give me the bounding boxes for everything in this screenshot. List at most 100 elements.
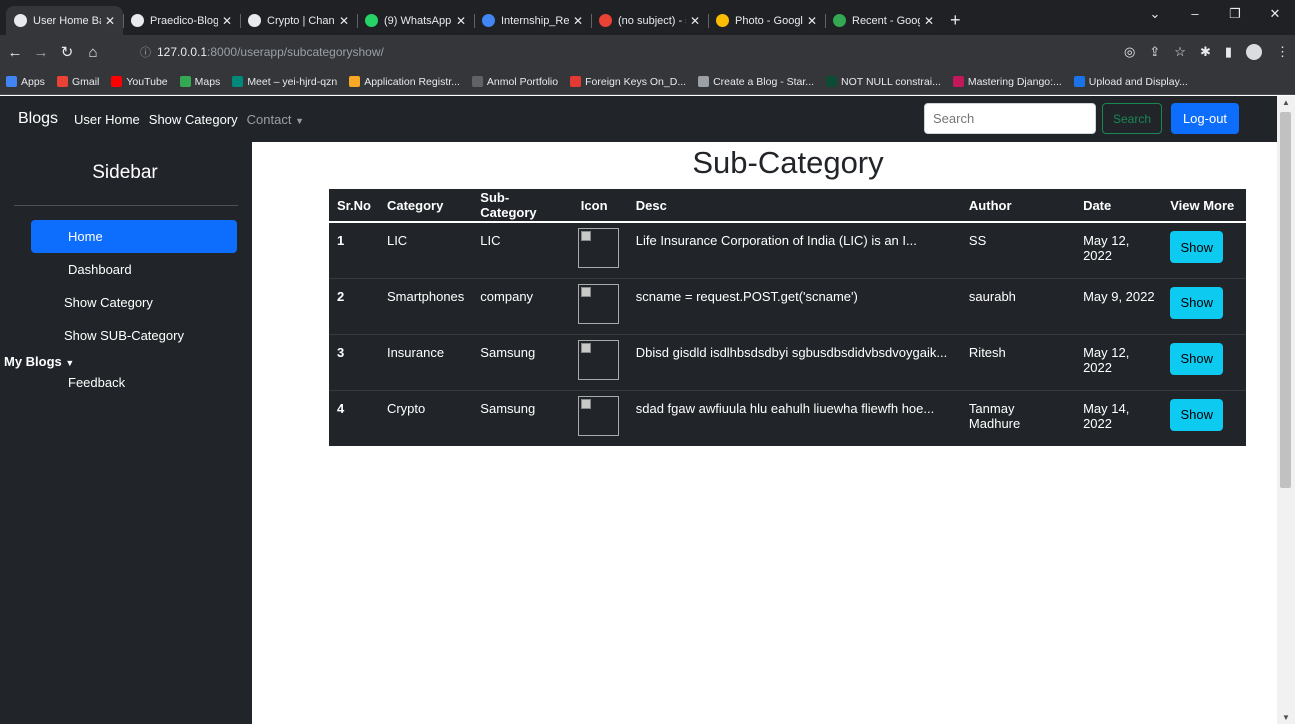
close-tab-icon[interactable]: ✕ — [690, 14, 700, 28]
close-tab-icon[interactable]: ✕ — [339, 14, 349, 28]
scroll-up-icon[interactable]: ▲ — [1282, 98, 1290, 107]
cell-icon — [572, 277, 628, 334]
bookmark-item[interactable]: NOT NULL constrai... — [826, 76, 941, 88]
app-navbar: Blogs User Home Show Category Contact ▼ … — [0, 96, 1277, 142]
minimize-icon[interactable]: – — [1175, 0, 1215, 30]
sidebar-divider — [14, 205, 238, 206]
show-button[interactable]: Show — [1170, 342, 1224, 375]
browser-tab[interactable]: Photo - Google P ✕ — [708, 6, 825, 35]
close-tab-icon[interactable]: ✕ — [924, 14, 934, 28]
sidebar-my-blogs-dropdown[interactable]: My Blogs ▼ — [0, 352, 252, 372]
cell-subcategory: Samsung — [472, 333, 573, 390]
bookmark-favicon-icon — [6, 76, 17, 87]
profile-avatar-icon[interactable] — [1246, 44, 1262, 60]
cell-icon — [572, 333, 628, 390]
bookmark-item[interactable]: Upload and Display... — [1073, 76, 1188, 88]
maximize-icon[interactable]: ❐ — [1215, 0, 1255, 30]
bookmark-label: Maps — [194, 75, 221, 88]
bookmark-item[interactable]: Apps — [6, 76, 45, 88]
bookmark-item[interactable]: Mastering Django:... — [952, 75, 1062, 88]
broken-image-icon — [577, 283, 619, 324]
site-info-icon[interactable]: ⓘ — [140, 44, 151, 60]
cell-author: SS — [960, 221, 1076, 278]
sidebar-item-show-sub-category[interactable]: Show SUB-Category — [0, 319, 252, 352]
close-tab-icon[interactable]: ✕ — [807, 14, 817, 28]
bookmark-item[interactable]: Anmol Portfolio — [471, 76, 558, 88]
cell-subcategory: Samsung — [472, 389, 573, 446]
show-button[interactable]: Show — [1170, 398, 1224, 431]
forward-icon[interactable]: → — [30, 44, 52, 61]
cell-date: May 9, 2022 — [1075, 277, 1167, 334]
bookmark-item[interactable]: Foreign Keys On_D... — [570, 76, 686, 88]
cell-category: LIC — [378, 221, 473, 278]
extensions-icon[interactable]: ✱ — [1200, 44, 1211, 60]
column-header: Sr.No — [329, 189, 379, 223]
reload-icon[interactable]: ↻ — [56, 43, 78, 61]
cell-author: Tanmay Madhure — [960, 389, 1076, 446]
close-window-icon[interactable]: ✕ — [1255, 0, 1295, 30]
new-tab-button[interactable]: + — [950, 10, 961, 31]
cell-subcategory: company — [472, 277, 573, 334]
close-tab-icon[interactable]: ✕ — [105, 14, 115, 28]
share-icon[interactable]: ⇪ — [1149, 44, 1160, 60]
browser-tab[interactable]: Praedico-Blogs- ✕ — [123, 6, 240, 35]
table-row: 2 Smartphones company scname = request.POST… — [329, 277, 1246, 334]
logout-button[interactable]: Log-out — [1171, 103, 1239, 134]
tab-search-icon[interactable]: ⌄ — [1135, 0, 1175, 30]
bookmark-label: Gmail — [71, 75, 100, 88]
bookmark-item[interactable]: Application Registr... — [349, 76, 460, 88]
side-panel-icon[interactable]: ▮ — [1225, 44, 1232, 60]
page-scrollbar[interactable]: ▲ ▼ — [1277, 96, 1295, 724]
nav-contact-dropdown[interactable]: Contact ▼ — [247, 112, 304, 127]
cell-category: Crypto — [378, 389, 473, 446]
browser-tab[interactable]: User Home Base ✕ — [6, 6, 123, 35]
cell-date: May 12, 2022 — [1075, 221, 1167, 278]
browser-tab[interactable]: Recent - Google D ✕ — [825, 6, 942, 35]
sidebar-item-home[interactable]: Home — [31, 220, 237, 253]
column-header: Icon — [572, 189, 628, 223]
close-tab-icon[interactable]: ✕ — [573, 14, 583, 28]
close-tab-icon[interactable]: ✕ — [222, 14, 232, 28]
search-input[interactable] — [924, 103, 1096, 134]
show-button[interactable]: Show — [1170, 231, 1224, 263]
menu-dots-icon[interactable]: ⋮ — [1276, 44, 1289, 60]
bookmark-item[interactable]: Maps — [179, 75, 221, 88]
browser-tab[interactable]: (no subject) - sau ✕ — [591, 6, 708, 35]
scroll-down-icon[interactable]: ▼ — [1282, 713, 1290, 722]
sidebar-item-feedback[interactable]: Feedback — [0, 372, 252, 394]
bookmark-star-icon[interactable]: ☆ — [1174, 44, 1186, 60]
browser-tab[interactable]: Internship_Repor ✕ — [474, 6, 591, 35]
bookmark-item[interactable]: Meet – yei-hjrd-qzn — [232, 76, 337, 88]
show-button[interactable]: Show — [1170, 286, 1224, 319]
bookmarks-bar: Apps Gmail YouTube Maps Meet – yei-hjrd-qzn A… — [0, 69, 1295, 95]
bookmark-item[interactable]: Create a Blog - Star... — [698, 76, 814, 88]
browser-tab[interactable]: Crypto | Change ✕ — [240, 6, 357, 35]
nav-user-home[interactable]: User Home — [74, 112, 140, 127]
bookmark-label: Meet – yei-hjrd-qzn — [247, 75, 338, 88]
bookmark-item[interactable]: YouTube — [111, 76, 168, 88]
bookmark-item[interactable]: Gmail — [56, 75, 100, 88]
window-controls: ⌄ – ❐ ✕ — [1135, 0, 1295, 30]
bookmark-favicon-icon — [232, 76, 244, 87]
address-bar[interactable]: ⓘ 127.0.0.1 :8000/userapp/subcategorysho… — [140, 35, 384, 69]
search-button[interactable]: Search — [1102, 103, 1162, 134]
brand-link[interactable]: Blogs — [18, 110, 58, 128]
sidebar-item-dashboard[interactable]: Dashboard — [0, 253, 252, 286]
cell-date: May 12, 2022 — [1075, 333, 1167, 390]
nav-show-category[interactable]: Show Category — [149, 112, 238, 127]
nav-contact-label: Contact — [246, 111, 292, 127]
sidebar-item-show-category[interactable]: Show Category — [0, 286, 252, 319]
tab-title: Crypto | Change — [267, 14, 335, 27]
bookmark-label: Mastering Django:... — [967, 75, 1062, 88]
scrollbar-thumb[interactable] — [1280, 112, 1291, 488]
home-icon[interactable]: ⌂ — [82, 44, 104, 61]
browser-tab[interactable]: (9) WhatsApp ✕ — [357, 6, 474, 35]
image-placeholder-icon — [580, 398, 591, 409]
bookmark-label: Foreign Keys On_D... — [585, 75, 687, 88]
close-tab-icon[interactable]: ✕ — [456, 14, 466, 28]
cell-view-more: Show — [1166, 333, 1246, 390]
back-icon[interactable]: ← — [4, 44, 26, 61]
eye-off-icon[interactable]: ◎ — [1124, 44, 1135, 60]
browser-toolbar: ← → ↻ ⌂ ⓘ 127.0.0.1 :8000/userapp/subcat… — [0, 35, 1295, 69]
toolbar-actions: ◎ ⇪ ☆ ✱ ▮ ⋮ — [1124, 35, 1289, 69]
